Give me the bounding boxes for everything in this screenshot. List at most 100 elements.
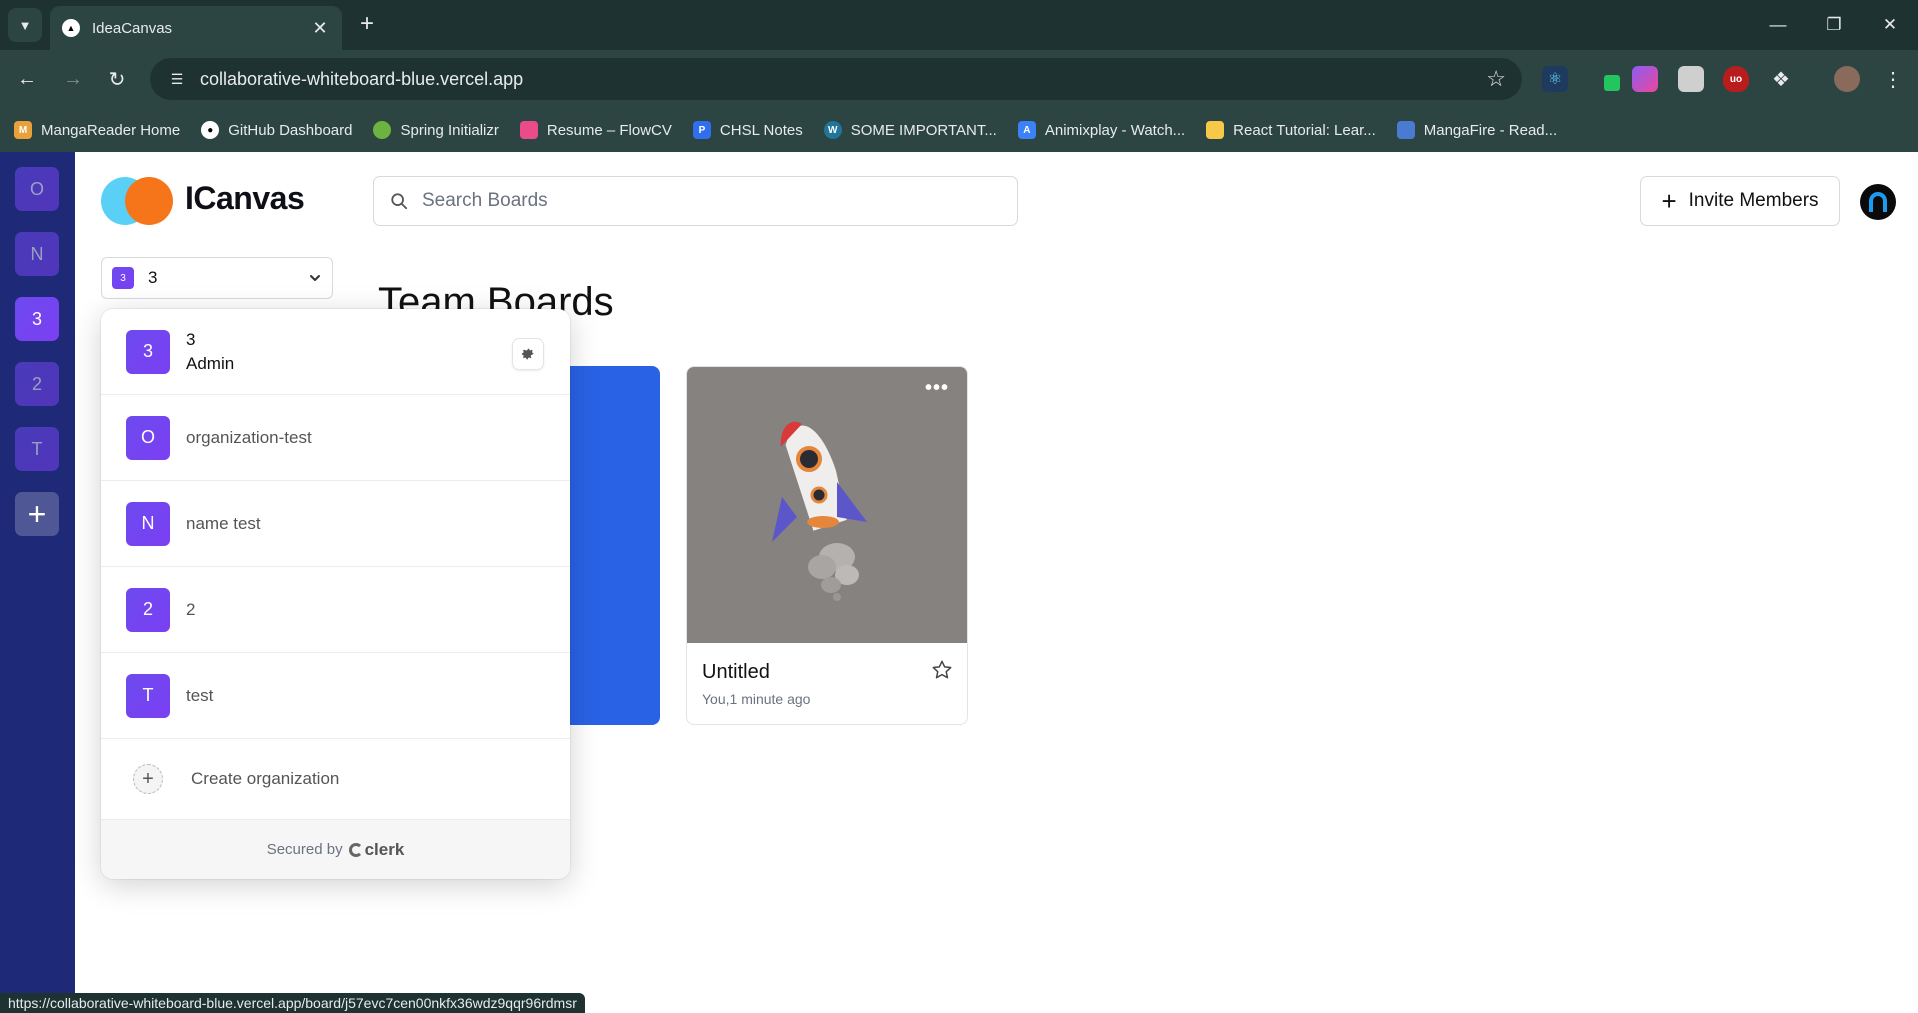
chsl-notes-icon: P xyxy=(692,121,711,139)
invite-members-label: Invite Members xyxy=(1688,190,1819,211)
mangareader-icon: M xyxy=(14,121,32,139)
search-box[interactable] xyxy=(373,176,1018,226)
bookmark-item[interactable]: ● GitHub Dashboard xyxy=(201,121,352,139)
plus-icon: + xyxy=(1661,185,1677,216)
search-input[interactable] xyxy=(422,190,1017,212)
site-info-icon[interactable]: ☰ xyxy=(162,71,192,88)
extension-gray-icon[interactable] xyxy=(1678,66,1704,92)
reload-icon[interactable]: ↻ xyxy=(100,62,134,96)
bookmark-item[interactable]: A Animixplay - Watch... xyxy=(1017,121,1186,139)
more-options-icon[interactable]: ••• xyxy=(925,377,949,400)
animixplay-icon: A xyxy=(1017,121,1036,139)
org-list-item[interactable]: T test xyxy=(101,653,570,739)
react-tutorial-icon xyxy=(1206,121,1225,139)
extensions-puzzle-icon[interactable]: ❖ xyxy=(1768,66,1794,92)
bookmark-item[interactable]: W SOME IMPORTANT... xyxy=(823,121,997,139)
org-sidebar-item-n[interactable]: N xyxy=(15,232,59,276)
bookmarks-bar: M MangaReader Home ● GitHub Dashboard Spri… xyxy=(0,108,1918,152)
bookmark-label: MangaFire - Read... xyxy=(1423,121,1558,139)
org-sidebar-item-2[interactable]: 2 xyxy=(15,362,59,406)
org-switcher[interactable]: 3 3 xyxy=(101,257,333,299)
spring-icon xyxy=(373,121,392,139)
wordpress-icon: W xyxy=(823,121,842,139)
active-org-row: 3 3 Admin xyxy=(101,309,570,395)
invite-members-button[interactable]: + Invite Members xyxy=(1640,176,1840,226)
org-name: organization-test xyxy=(186,427,312,447)
org-sidebar-item-t[interactable]: T xyxy=(15,427,59,471)
gear-icon xyxy=(521,348,534,360)
ublock-icon[interactable]: uo xyxy=(1723,66,1749,92)
org-sidebar-item-o[interactable]: O xyxy=(15,167,59,211)
org-switcher-dropdown: 3 3 Admin O organization-test N name tes… xyxy=(101,309,570,879)
create-organization-button[interactable]: + Create organization xyxy=(101,739,570,819)
clerk-wordmark: clerk xyxy=(364,839,405,859)
org-settings-button[interactable] xyxy=(512,338,544,370)
org-list-item[interactable]: 2 2 xyxy=(101,567,570,653)
org-list-item[interactable]: N name test xyxy=(101,481,570,567)
restore-icon[interactable]: ❐ xyxy=(1814,8,1854,42)
app-logo[interactable] xyxy=(101,177,175,225)
mangafire-icon xyxy=(1396,121,1415,139)
browser-toolbar: ← → ↻ ☰ collaborative-whiteboard-blue.ve… xyxy=(0,50,1918,108)
bookmark-item[interactable]: MangaFire - Read... xyxy=(1396,121,1558,139)
profile-avatar-icon[interactable] xyxy=(1834,66,1860,92)
org-avatar: 3 xyxy=(126,329,170,374)
org-avatar: O xyxy=(126,415,170,460)
browser-tab-strip: ▼ ▲ IdeaCanvas ✕ + — ❐ ✕ xyxy=(0,0,1918,50)
address-bar-url[interactable]: collaborative-whiteboard-blue.vercel.app xyxy=(200,69,1486,90)
user-avatar[interactable] xyxy=(1860,184,1896,220)
search-icon xyxy=(391,193,408,210)
add-organization-button[interactable]: + xyxy=(15,492,59,536)
org-name: test xyxy=(186,685,214,705)
bookmark-label: CHSL Notes xyxy=(719,121,803,139)
board-card[interactable]: ••• Untitled You,1 minute ago xyxy=(686,366,968,725)
tab-search-button[interactable]: ▼ xyxy=(8,8,42,42)
org-switcher-label: 3 xyxy=(148,268,158,287)
address-bar[interactable]: ☰ collaborative-whiteboard-blue.vercel.a… xyxy=(150,58,1522,100)
extension-purple-icon[interactable] xyxy=(1632,66,1658,92)
back-arrow-icon[interactable]: ← xyxy=(10,62,44,96)
org-avatar: N xyxy=(126,501,170,546)
tab-title: IdeaCanvas xyxy=(92,19,173,37)
browser-tab-active[interactable]: ▲ IdeaCanvas ✕ xyxy=(50,6,342,50)
star-icon[interactable] xyxy=(931,659,953,681)
board-meta: You,1 minute ago xyxy=(702,691,811,707)
link-preview-status: https://collaborative-whiteboard-blue.ve… xyxy=(0,993,585,1013)
org-avatar: T xyxy=(126,673,170,718)
org-sidebar: O N 3 2 T + xyxy=(0,152,75,1013)
app-brand-name[interactable]: ICanvas xyxy=(185,180,305,217)
bookmark-label: Resume – FlowCV xyxy=(546,121,672,139)
org-sidebar-item-3[interactable]: 3 xyxy=(15,297,59,341)
new-tab-button[interactable]: + xyxy=(352,10,382,40)
board-thumbnail: ••• xyxy=(687,367,967,643)
tab-close-icon[interactable]: ✕ xyxy=(310,18,330,39)
create-organization-label: Create organization xyxy=(191,769,340,788)
extension-green-icon[interactable] xyxy=(1596,66,1622,92)
github-icon: ● xyxy=(201,121,220,139)
bookmark-star-icon[interactable]: ☆ xyxy=(1486,66,1506,92)
react-devtools-icon[interactable]: ⚛ xyxy=(1542,66,1568,92)
bookmark-label: SOME IMPORTANT... xyxy=(850,121,997,139)
clerk-logo[interactable]: clerk xyxy=(348,839,405,860)
tab-favicon-icon: ▲ xyxy=(62,19,80,37)
minimize-icon[interactable]: — xyxy=(1758,8,1798,42)
org-name: 2 xyxy=(186,599,196,619)
browser-menu-icon[interactable]: ⋮ xyxy=(1880,66,1906,92)
forward-arrow-icon[interactable]: → xyxy=(56,62,90,96)
plus-circle-icon: + xyxy=(133,764,163,794)
bookmark-label: Animixplay - Watch... xyxy=(1044,121,1186,139)
bookmark-item[interactable]: P CHSL Notes xyxy=(692,121,803,139)
bookmark-item[interactable]: React Tutorial: Lear... xyxy=(1206,121,1376,139)
board-title: Untitled xyxy=(702,661,770,683)
window-close-icon[interactable]: ✕ xyxy=(1870,8,1910,42)
bookmark-item[interactable]: M MangaReader Home xyxy=(14,121,180,139)
secured-by-footer: Secured by clerk xyxy=(101,819,570,879)
org-list-item[interactable]: O organization-test xyxy=(101,395,570,481)
bookmark-item[interactable]: Resume – FlowCV xyxy=(519,121,672,139)
rocket-illustration xyxy=(772,421,867,601)
active-org-role: Admin xyxy=(186,353,235,373)
bookmark-item[interactable]: Spring Initializr xyxy=(373,121,499,139)
clerk-icon xyxy=(348,842,363,857)
flowcv-icon xyxy=(519,121,538,139)
org-name: name test xyxy=(186,513,261,533)
